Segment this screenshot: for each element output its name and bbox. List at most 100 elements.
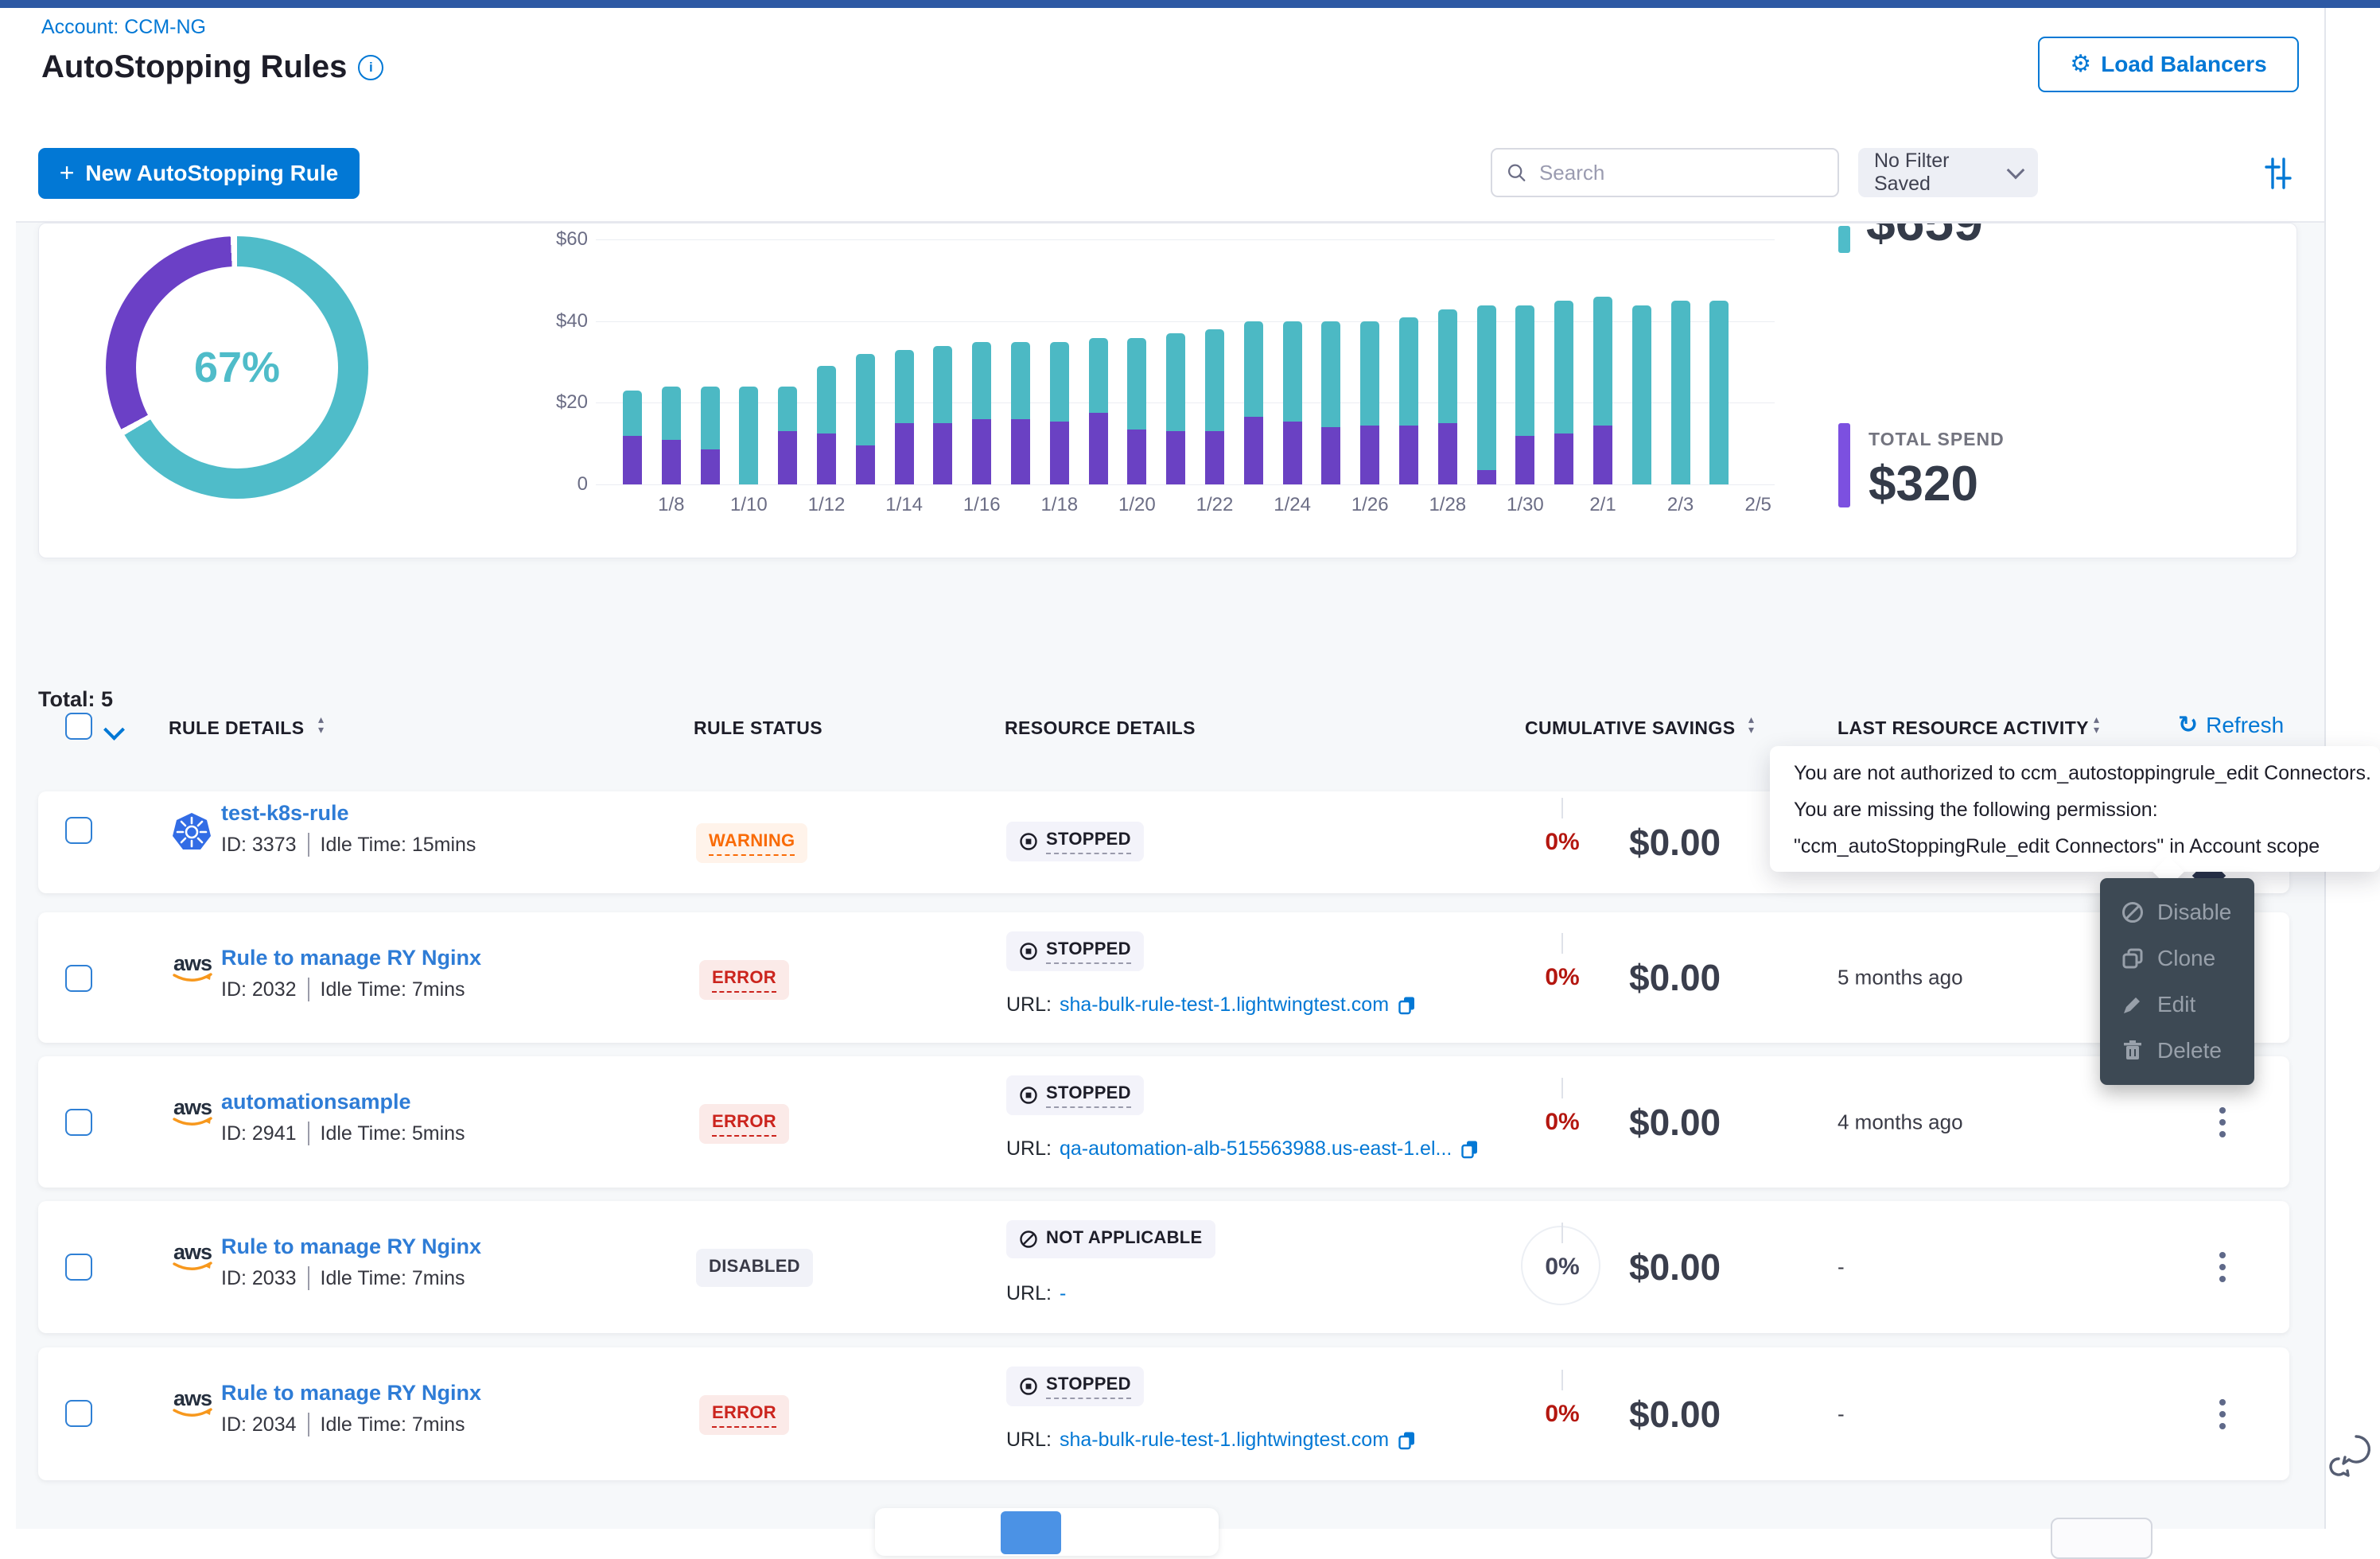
resource-state-badge[interactable]: STOPPED — [1006, 822, 1144, 861]
row-checkbox[interactable] — [65, 817, 92, 844]
resource-url-link[interactable]: - — [1060, 1282, 1066, 1305]
resource-url-link[interactable]: sha-bulk-rule-test-1.lightwingtest.com — [1060, 993, 1389, 1017]
divider — [308, 978, 309, 1001]
x-tick-label: 1/20 — [1105, 494, 1169, 516]
stopped-icon — [1019, 1377, 1038, 1396]
rule-id: ID: 2033 — [221, 1267, 297, 1290]
row-checkbox[interactable] — [65, 1254, 92, 1281]
divider — [308, 1122, 309, 1145]
menu-item-clone[interactable]: Clone — [2100, 939, 2254, 978]
total-spend-value: $320 — [1869, 456, 1978, 512]
savings-amount: $0.00 — [1629, 956, 1721, 999]
resource-url-link[interactable]: sha-bulk-rule-test-1.lightwingtest.com — [1060, 1429, 1389, 1452]
menu-item-disable[interactable]: Disable — [2100, 892, 2254, 932]
edit-icon — [2121, 993, 2145, 1017]
savings-percent: 0% — [1515, 1254, 1610, 1281]
resource-state-badge[interactable]: STOPPED — [1006, 1075, 1144, 1115]
menu-item-label: Edit — [2157, 992, 2195, 1017]
refresh-button[interactable]: ↻ Refresh — [2178, 713, 2284, 738]
search-input[interactable] — [1538, 160, 1823, 186]
stacked-bar — [662, 387, 681, 484]
info-icon[interactable]: i — [358, 55, 383, 80]
stopped-icon — [1019, 832, 1038, 851]
resource-state-label: STOPPED — [1046, 1083, 1131, 1108]
status-badge-error[interactable]: ERROR — [699, 1104, 789, 1144]
menu-item-label: Disable — [2157, 900, 2231, 925]
total-count: Total: 5 — [38, 687, 113, 712]
menu-item-edit[interactable]: Edit — [2100, 985, 2254, 1024]
rule-id: ID: 2941 — [221, 1122, 297, 1145]
rule-name-link[interactable]: Rule to manage RY Nginx — [221, 1234, 481, 1259]
x-tick-label: 1/24 — [1261, 494, 1324, 516]
status-badge-warning[interactable]: WARNING — [696, 823, 807, 863]
rule-name-link[interactable]: test-k8s-rule — [221, 801, 349, 826]
row-actions-kebab[interactable] — [2219, 1252, 2226, 1282]
rule-name-link[interactable]: Rule to manage RY Nginx — [221, 1381, 481, 1405]
refresh-icon: ↻ — [2178, 713, 2198, 737]
breadcrumb-account-link[interactable]: Account: CCM-NG — [41, 16, 206, 39]
row-checkbox[interactable] — [65, 1400, 92, 1427]
divider — [308, 1413, 309, 1437]
status-badge-error[interactable]: ERROR — [699, 960, 789, 1000]
page-title: AutoStopping Rules — [41, 49, 347, 85]
resource-state-badge[interactable]: STOPPED — [1006, 931, 1144, 971]
permission-tooltip: You are not authorized to ccm_autostoppi… — [1770, 746, 2380, 872]
top-blue-bar — [0, 0, 2380, 8]
saved-filter-dropdown[interactable]: No Filter Saved — [1858, 148, 2038, 197]
aws-icon: aws — [172, 1098, 213, 1133]
bar-plot: 1/81/101/121/141/161/181/201/221/241/261… — [613, 224, 1783, 484]
filter-sliders-icon[interactable] — [2261, 156, 2296, 191]
stacked-bar — [1671, 301, 1690, 484]
stacked-bar — [1554, 301, 1573, 484]
search-box[interactable] — [1491, 148, 1839, 197]
rule-id: ID: 2034 — [221, 1413, 297, 1437]
row-actions-kebab[interactable] — [2219, 1107, 2226, 1137]
chat-bubble-icon[interactable] — [2326, 1432, 2374, 1483]
resource-state-label: STOPPED — [1046, 829, 1131, 854]
page-size-button[interactable] — [2051, 1518, 2152, 1559]
stacked-bar — [933, 346, 952, 484]
stacked-bar — [1127, 338, 1146, 485]
savings-amount: $0.00 — [1629, 1101, 1721, 1144]
resource-url-link[interactable]: qa-automation-alb-515563988.us-east-1.el… — [1060, 1137, 1452, 1161]
stacked-bar — [1283, 321, 1302, 484]
new-autostopping-rule-button[interactable]: + New AutoStopping Rule — [38, 148, 360, 199]
copy-icon[interactable] — [1460, 1139, 1480, 1160]
load-balancers-button[interactable]: ⚙ Load Balancers — [2038, 37, 2299, 92]
rule-id-line: ID: 2032 Idle Time: 7mins — [221, 978, 465, 1001]
status-badge-disabled[interactable]: DISABLED — [696, 1249, 813, 1287]
row-actions-kebab[interactable] — [2219, 1399, 2226, 1429]
select-all-checkbox[interactable] — [65, 713, 92, 740]
savings-gauge-tick — [1561, 933, 1563, 954]
sort-icon-last-activity[interactable]: ▴▾ — [2094, 714, 2099, 735]
new-rule-label: New AutoStopping Rule — [85, 161, 338, 186]
divider — [308, 1266, 309, 1290]
y-tick-label: $40 — [492, 310, 588, 332]
stacked-bar — [817, 366, 836, 484]
col-resource-details: RESOURCE DETAILS — [1005, 717, 1196, 739]
x-tick-label: 1/26 — [1338, 494, 1402, 516]
tooltip-line: "ccm_autoStoppingRule_edit Connectors" i… — [1794, 835, 2380, 858]
status-badge-error[interactable]: ERROR — [699, 1395, 789, 1435]
resource-state-badge[interactable]: NOT APPLICABLE — [1006, 1220, 1215, 1258]
x-tick-label: 1/22 — [1183, 494, 1246, 516]
copy-icon[interactable] — [1397, 1430, 1418, 1451]
url-label: URL: — [1006, 1429, 1052, 1452]
sort-icon-rule-details[interactable]: ▴▾ — [318, 714, 324, 735]
load-balancers-label: Load Balancers — [2101, 52, 2267, 77]
resource-url-line: URL: qa-automation-alb-515563988.us-east… — [1006, 1137, 1480, 1161]
rule-idle-time: Idle Time: 7mins — [321, 1413, 465, 1437]
y-tick-label: 0 — [492, 473, 588, 496]
copy-icon[interactable] — [1397, 995, 1418, 1016]
rule-name-link[interactable]: automationsample — [221, 1090, 411, 1114]
total-spend-label: TOTAL SPEND — [1869, 429, 2005, 450]
menu-item-delete[interactable]: Delete — [2100, 1031, 2254, 1071]
row-checkbox[interactable] — [65, 1109, 92, 1136]
menu-item-label: Delete — [2157, 1038, 2222, 1063]
resource-state-badge[interactable]: STOPPED — [1006, 1367, 1144, 1406]
table-row: aws Rule to manage RY Nginx ID: 2034 Idl… — [38, 1347, 2289, 1480]
rule-name-link[interactable]: Rule to manage RY Nginx — [221, 946, 481, 970]
pagination-active-page[interactable] — [1001, 1511, 1061, 1554]
row-checkbox[interactable] — [65, 965, 92, 992]
sort-icon-cumulative-savings[interactable]: ▴▾ — [1748, 714, 1754, 735]
